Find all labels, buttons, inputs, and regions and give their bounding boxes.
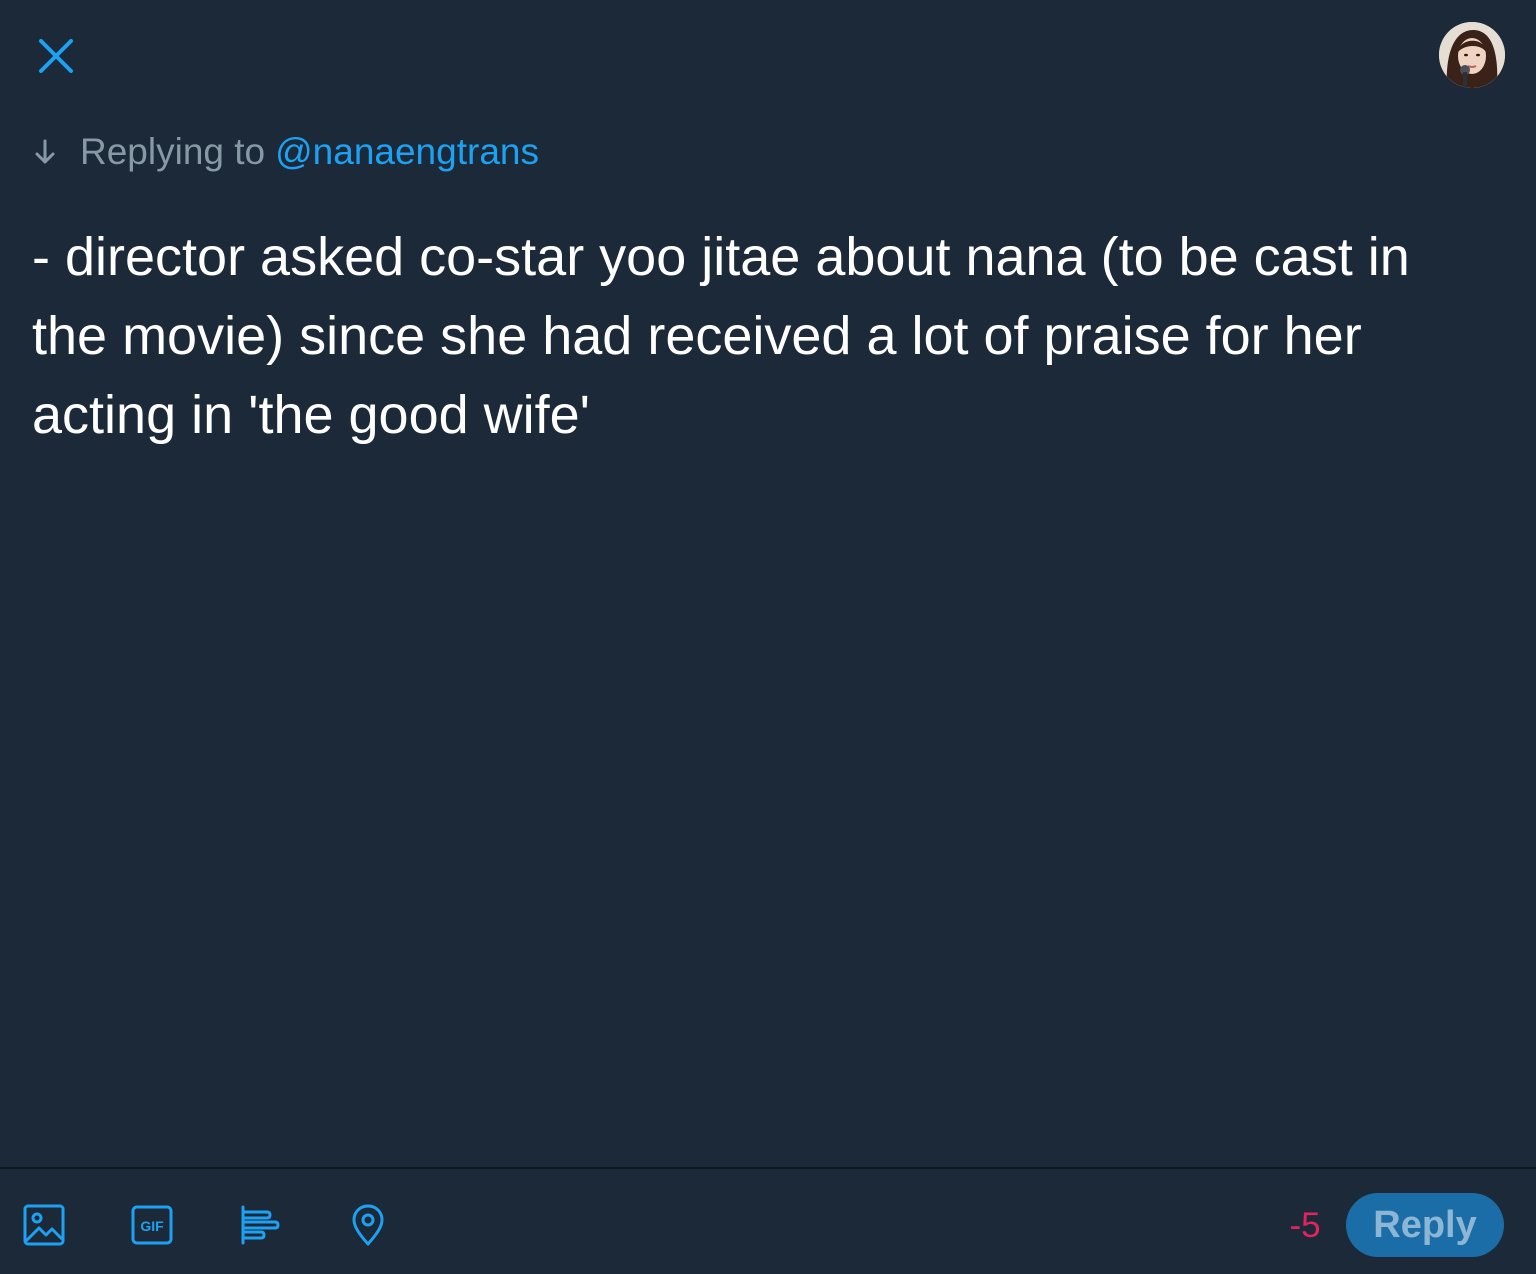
location-icon [352,1204,384,1246]
arrow-down-icon [30,137,60,167]
replying-to: Replying to @nanaengtrans [30,128,539,176]
poll-icon [241,1205,280,1245]
add-location-button[interactable] [344,1201,392,1249]
gif-icon: GIF [131,1205,173,1245]
character-count: -5 [1289,1206,1321,1245]
reply-button[interactable]: Reply [1346,1193,1504,1257]
tweet-compose-textarea[interactable]: - director asked co-star yoo jitae about… [32,218,1492,455]
close-icon [39,39,73,73]
profile-avatar-icon [1439,22,1505,88]
add-poll-button[interactable] [235,1201,283,1249]
svg-text:GIF: GIF [140,1218,164,1234]
add-image-button[interactable] [20,1201,68,1249]
replying-to-handle[interactable]: @nanaengtrans [275,131,539,173]
toolbar-divider [0,1167,1536,1169]
replying-to-label: Replying to [80,131,266,172]
add-gif-button[interactable]: GIF [128,1201,176,1249]
image-icon [23,1204,65,1246]
close-button[interactable] [24,24,88,88]
compose-reply-screen: Replying to @nanaengtrans - director ask… [0,0,1536,1274]
avatar[interactable] [1439,22,1505,88]
